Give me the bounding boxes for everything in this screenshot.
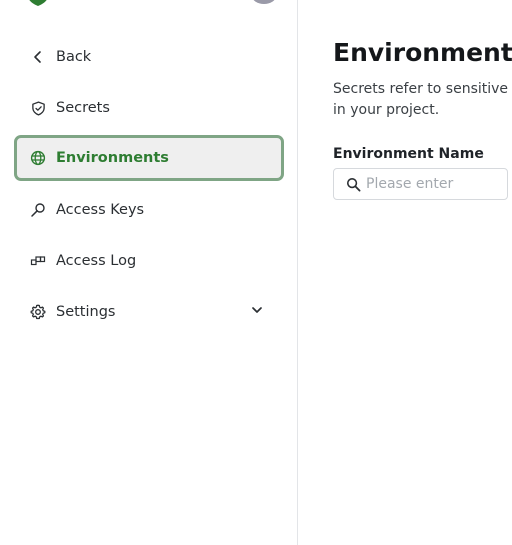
page-description: Secrets refer to sensitive inf in your p…	[333, 79, 512, 121]
sidebar-item-back[interactable]: Back	[14, 34, 284, 80]
environment-search-box[interactable]	[333, 168, 508, 200]
sidebar-item-access-keys[interactable]: Access Keys	[14, 187, 284, 233]
sidebar-item-label: Back	[56, 49, 92, 65]
page-description-line: Secrets refer to sensitive inf	[333, 81, 512, 97]
environment-name-input[interactable]	[366, 176, 506, 192]
shield-check-icon	[29, 99, 47, 117]
page-description-line: in your project.	[333, 102, 440, 118]
sidebar: Back Secrets Environments Access Keys Ac	[0, 0, 298, 545]
sidebar-item-label: Settings	[56, 304, 116, 320]
environment-name-label: Environment Name	[333, 146, 484, 162]
sidebar-item-label: Environments	[56, 150, 169, 166]
sidebar-item-label: Access Log	[56, 253, 137, 269]
chevron-down-icon[interactable]	[250, 303, 264, 317]
search-icon	[345, 176, 361, 192]
key-icon	[29, 201, 47, 219]
sidebar-item-settings[interactable]: Settings	[14, 289, 284, 335]
app-window: Back Secrets Environments Access Keys Ac	[0, 0, 512, 545]
chevron-left-icon	[29, 48, 47, 66]
gear-icon	[29, 303, 47, 321]
sidebar-item-label: Secrets	[56, 100, 110, 116]
sidebar-item-secrets[interactable]: Secrets	[14, 85, 284, 131]
log-blocks-icon	[29, 252, 47, 270]
sidebar-item-environments[interactable]: Environments	[14, 135, 284, 181]
sidebar-item-label: Access Keys	[56, 202, 145, 218]
globe-icon	[29, 149, 47, 167]
sidebar-item-access-log[interactable]: Access Log	[14, 238, 284, 284]
page-title: Environments	[333, 38, 512, 67]
